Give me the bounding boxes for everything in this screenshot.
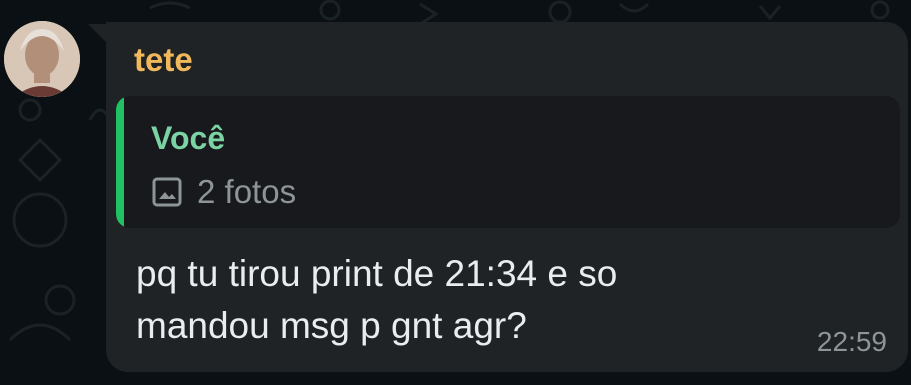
quoted-message[interactable]: Você 2 fotos: [116, 96, 900, 228]
sender-name[interactable]: tete: [134, 40, 193, 80]
quote-media-info: 2 fotos: [151, 172, 296, 212]
image-icon: [152, 177, 182, 207]
quote-media-label: 2 fotos: [197, 173, 297, 210]
quote-author: Você: [151, 120, 226, 156]
message-timestamp: 22:59: [816, 326, 887, 357]
avatar-photo: [4, 21, 80, 97]
contact-avatar[interactable]: [4, 21, 80, 97]
message-text: pq tu tirou print de 21:34 e so mandou m…: [136, 253, 618, 346]
quote-accent-bar: [116, 96, 124, 228]
